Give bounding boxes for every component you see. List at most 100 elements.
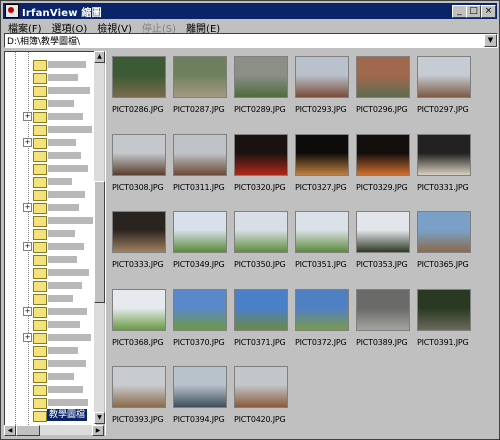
thumbnail-item[interactable]: PICT0372.JPG — [295, 289, 351, 347]
thumbnail-image[interactable] — [356, 289, 410, 331]
expand-plus-icon[interactable]: + — [23, 203, 32, 212]
thumbnail-image[interactable] — [234, 134, 288, 176]
tree-folder-node[interactable] — [5, 383, 95, 396]
folder-tree[interactable]: + + + + + + 教學圖檔 — [4, 51, 96, 426]
tree-folder-node[interactable] — [5, 214, 95, 227]
thumbnail-item[interactable]: PICT0331.JPG — [417, 134, 473, 192]
thumbnail-item[interactable]: PICT0293.JPG — [295, 56, 351, 114]
tree-folder-node[interactable] — [5, 227, 95, 240]
thumbnail-item[interactable]: PICT0287.JPG — [173, 56, 229, 114]
scroll-down-arrow-icon[interactable]: ▼ — [94, 412, 105, 424]
thumbnail-image[interactable] — [356, 56, 410, 98]
thumbnail-image[interactable] — [417, 289, 471, 331]
thumbnail-item[interactable]: PICT0333.JPG — [112, 211, 168, 269]
expand-plus-icon[interactable]: + — [23, 242, 32, 251]
tree-folder-node[interactable]: + — [5, 110, 95, 123]
thumbnail-image[interactable] — [112, 211, 166, 253]
thumbnail-image[interactable] — [295, 56, 349, 98]
thumbnail-item[interactable]: PICT0351.JPG — [295, 211, 351, 269]
tree-folder-node[interactable] — [5, 344, 95, 357]
thumbnail-item[interactable]: PICT0393.JPG — [112, 366, 168, 424]
tree-folder-node[interactable] — [5, 123, 95, 136]
thumbnail-item[interactable]: PICT0394.JPG — [173, 366, 229, 424]
expand-plus-icon[interactable]: + — [23, 307, 32, 316]
tree-folder-node[interactable] — [5, 370, 95, 383]
irfanview-app-icon[interactable] — [5, 4, 19, 18]
maximize-button[interactable]: □ — [466, 5, 481, 18]
thumbnail-item[interactable]: PICT0297.JPG — [417, 56, 473, 114]
tree-folder-node[interactable] — [5, 253, 95, 266]
tree-folder-node[interactable] — [5, 149, 95, 162]
scrollbar-thumb[interactable] — [16, 425, 40, 436]
thumbnail-item[interactable]: PICT0286.JPG — [112, 56, 168, 114]
thumbnail-image[interactable] — [173, 134, 227, 176]
expand-plus-icon[interactable]: + — [23, 333, 32, 342]
thumbnail-image[interactable] — [417, 211, 471, 253]
thumbnail-item[interactable]: PICT0329.JPG — [356, 134, 412, 192]
tree-folder-node[interactable] — [5, 357, 95, 370]
thumbnail-image[interactable] — [234, 56, 288, 98]
tree-folder-node[interactable] — [5, 84, 95, 97]
tree-folder-node[interactable] — [5, 71, 95, 84]
path-combobox[interactable]: D:\相簿\教學圖檔\ ▼ — [4, 33, 498, 48]
tree-folder-node[interactable] — [5, 318, 95, 331]
thumbnail-item[interactable]: PICT0289.JPG — [234, 56, 290, 114]
scroll-right-arrow-icon[interactable]: ▶ — [92, 425, 104, 436]
thumbnail-image[interactable] — [173, 56, 227, 98]
thumbnail-image[interactable] — [112, 56, 166, 98]
folder-tree-vertical-scrollbar[interactable]: ▲ ▼ — [94, 51, 105, 424]
thumbnail-item[interactable]: PICT0420.JPG — [234, 366, 290, 424]
thumbnail-item[interactable]: PICT0371.JPG — [234, 289, 290, 347]
thumbnail-image[interactable] — [295, 134, 349, 176]
thumbnail-item[interactable]: PICT0391.JPG — [417, 289, 473, 347]
thumbnail-image[interactable] — [112, 366, 166, 408]
thumbnail-item[interactable]: PICT0389.JPG — [356, 289, 412, 347]
thumbnail-image[interactable] — [112, 134, 166, 176]
tree-folder-node[interactable] — [5, 175, 95, 188]
thumbnail-pane[interactable]: PICT0286.JPG PICT0287.JPG PICT0289.JPG PICT… — [109, 51, 497, 435]
tree-folder-node[interactable] — [5, 266, 95, 279]
tree-folder-node[interactable] — [5, 188, 95, 201]
tree-folder-node[interactable]: + — [5, 240, 95, 253]
scroll-left-arrow-icon[interactable]: ◀ — [4, 425, 16, 436]
tree-folder-node[interactable] — [5, 396, 95, 409]
thumbnail-image[interactable] — [417, 56, 471, 98]
folder-tree-horizontal-scrollbar[interactable]: ◀ ▶ — [4, 425, 104, 436]
tree-folder-node[interactable]: + — [5, 136, 95, 149]
tree-folder-node[interactable] — [5, 162, 95, 175]
thumbnail-image[interactable] — [234, 366, 288, 408]
thumbnail-image[interactable] — [356, 134, 410, 176]
expand-plus-icon[interactable]: + — [23, 138, 32, 147]
thumbnail-image[interactable] — [356, 211, 410, 253]
thumbnail-image[interactable] — [295, 289, 349, 331]
thumbnail-image[interactable] — [295, 211, 349, 253]
thumbnail-image[interactable] — [234, 211, 288, 253]
thumbnail-item[interactable]: PICT0327.JPG — [295, 134, 351, 192]
close-button[interactable]: × — [481, 5, 496, 18]
thumbnail-image[interactable] — [173, 289, 227, 331]
thumbnail-item[interactable]: PICT0370.JPG — [173, 289, 229, 347]
thumbnail-image[interactable] — [112, 289, 166, 331]
title-bar[interactable]: IrfanView 縮圖 _ □ × — [3, 3, 497, 19]
thumbnail-item[interactable]: PICT0350.JPG — [234, 211, 290, 269]
thumbnail-item[interactable]: PICT0349.JPG — [173, 211, 229, 269]
thumbnail-image[interactable] — [173, 366, 227, 408]
thumbnail-item[interactable]: PICT0320.JPG — [234, 134, 290, 192]
thumbnail-item[interactable]: PICT0365.JPG — [417, 211, 473, 269]
tree-folder-node[interactable]: + — [5, 331, 95, 344]
tree-folder-node[interactable]: + — [5, 305, 95, 318]
tree-folder-node[interactable]: 教學圖檔 — [5, 409, 95, 422]
thumbnail-image[interactable] — [173, 211, 227, 253]
tree-folder-node[interactable] — [5, 279, 95, 292]
thumbnail-image[interactable] — [417, 134, 471, 176]
scroll-up-arrow-icon[interactable]: ▲ — [94, 51, 105, 63]
tree-folder-node[interactable] — [5, 292, 95, 305]
minimize-button[interactable]: _ — [452, 5, 467, 18]
thumbnail-item[interactable]: PICT0353.JPG — [356, 211, 412, 269]
scrollbar-thumb[interactable] — [94, 181, 105, 303]
tree-folder-node[interactable] — [5, 58, 95, 71]
thumbnail-item[interactable]: PICT0308.JPG — [112, 134, 168, 192]
thumbnail-item[interactable]: PICT0311.JPG — [173, 134, 229, 192]
thumbnail-item[interactable]: PICT0368.JPG — [112, 289, 168, 347]
expand-plus-icon[interactable]: + — [23, 112, 32, 121]
